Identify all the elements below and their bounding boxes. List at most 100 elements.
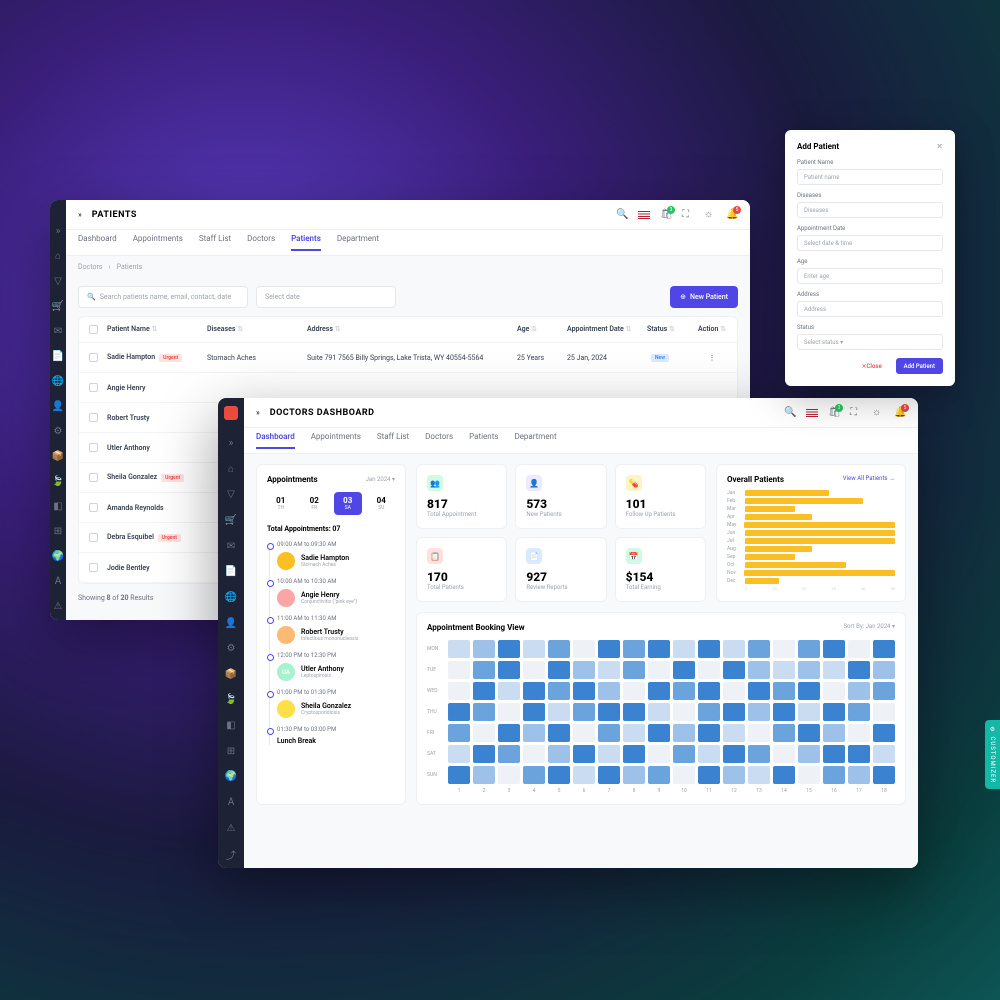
checkbox[interactable]	[89, 353, 98, 362]
column-header[interactable]: Address ⇅	[307, 325, 517, 334]
heatmap-cell[interactable]	[448, 703, 470, 721]
checkbox[interactable]	[89, 443, 98, 452]
heatmap-cell[interactable]	[473, 745, 495, 763]
day-cell[interactable]: 03SA	[334, 492, 362, 515]
heatmap-cell[interactable]	[548, 724, 570, 742]
tab-doctors[interactable]: Doctors	[425, 432, 453, 449]
leaf-icon[interactable]: 🍃	[52, 476, 64, 487]
heatmap-cell[interactable]	[673, 766, 695, 784]
font-icon[interactable]: A	[52, 576, 64, 587]
heatmap-cell[interactable]	[673, 640, 695, 658]
heatmap-cell[interactable]	[648, 703, 670, 721]
heatmap-cell[interactable]	[798, 766, 820, 784]
bell-icon[interactable]: 🔔5	[894, 407, 906, 419]
heatmap-cell[interactable]	[673, 661, 695, 679]
home-icon[interactable]: ⌂	[52, 251, 64, 262]
heatmap-cell[interactable]	[723, 640, 745, 658]
column-header[interactable]: Diseases ⇅	[207, 325, 307, 334]
new-patient-button[interactable]: ⊕ New Patient	[670, 286, 738, 308]
heatmap-cell[interactable]	[473, 682, 495, 700]
theme-icon[interactable]: ☼	[872, 407, 884, 419]
heatmap-cell[interactable]	[698, 640, 720, 658]
heatmap-cell[interactable]	[798, 661, 820, 679]
heatmap-cell[interactable]	[698, 724, 720, 742]
heatmap-cell[interactable]	[773, 724, 795, 742]
heatmap-cell[interactable]	[598, 724, 620, 742]
tab-patients[interactable]: Patients	[469, 432, 498, 449]
warn-icon[interactable]: ⚠	[52, 601, 64, 612]
view-all-link[interactable]: View All Patients →	[843, 475, 895, 484]
heatmap-cell[interactable]	[723, 766, 745, 784]
heatmap-cell[interactable]	[448, 682, 470, 700]
heatmap-cell[interactable]	[823, 682, 845, 700]
heatmap-cell[interactable]	[648, 661, 670, 679]
heatmap-cell[interactable]	[548, 745, 570, 763]
doc-icon[interactable]: 📄	[225, 566, 237, 578]
heatmap-cell[interactable]	[698, 703, 720, 721]
filter-icon[interactable]: ▽	[225, 489, 237, 501]
heatmap-cell[interactable]	[623, 640, 645, 658]
heatmap-cell[interactable]	[448, 661, 470, 679]
heatmap-cell[interactable]	[798, 703, 820, 721]
form-input[interactable]: Select status ▾	[797, 334, 943, 350]
heatmap-cell[interactable]	[623, 724, 645, 742]
bag-icon[interactable]: 🛍3	[660, 209, 672, 221]
heatmap-cell[interactable]	[748, 724, 770, 742]
box-icon[interactable]: 📦	[225, 669, 237, 681]
heatmap-cell[interactable]	[673, 724, 695, 742]
heatmap-cell[interactable]	[623, 661, 645, 679]
heatmap-cell[interactable]	[548, 640, 570, 658]
heatmap-cell[interactable]	[773, 766, 795, 784]
heatmap-cell[interactable]	[798, 745, 820, 763]
fullscreen-icon[interactable]: ⛶	[850, 407, 862, 419]
heatmap-cell[interactable]	[448, 766, 470, 784]
heatmap-cell[interactable]	[773, 661, 795, 679]
heatmap-cell[interactable]	[748, 640, 770, 658]
heatmap-cell[interactable]	[598, 640, 620, 658]
heatmap-cell[interactable]	[623, 682, 645, 700]
heatmap-cell[interactable]	[873, 724, 895, 742]
heatmap-cell[interactable]	[723, 682, 745, 700]
flag-icon[interactable]	[806, 409, 818, 417]
heatmap-cell[interactable]	[723, 724, 745, 742]
heatmap-cell[interactable]	[848, 766, 870, 784]
timeline-slot[interactable]: 01:30 PM to 03:00 PM Lunch Break	[277, 726, 395, 745]
share-icon[interactable]: ⤴	[225, 848, 237, 860]
heatmap-cell[interactable]	[848, 703, 870, 721]
globe2-icon[interactable]: 🌍	[52, 551, 64, 562]
heatmap-cell[interactable]	[573, 724, 595, 742]
heatmap-cell[interactable]	[548, 661, 570, 679]
heatmap-cell[interactable]	[648, 766, 670, 784]
heatmap-cell[interactable]	[573, 640, 595, 658]
tab-staff-list[interactable]: Staff List	[377, 432, 409, 449]
action-icon[interactable]: ⋮	[697, 354, 727, 362]
checkbox[interactable]	[89, 473, 98, 482]
month-select[interactable]: Jan 2024 ▾	[366, 476, 395, 483]
heatmap-cell[interactable]	[723, 661, 745, 679]
heatmap-cell[interactable]	[498, 682, 520, 700]
cart-icon[interactable]: 🛒	[225, 515, 237, 527]
customizer-tab[interactable]: ⚙ CUSTOMIZER	[985, 720, 1000, 789]
heatmap-cell[interactable]	[723, 703, 745, 721]
timeline-slot[interactable]: 12:00 PM to 12:30 PM UAUtler AnthonyLept…	[277, 652, 395, 681]
checkbox[interactable]	[89, 383, 98, 392]
heatmap-cell[interactable]	[748, 766, 770, 784]
heatmap-cell[interactable]	[798, 640, 820, 658]
search-icon[interactable]: 🔍	[784, 407, 796, 419]
tab-department[interactable]: Department	[514, 432, 556, 449]
heatmap-cell[interactable]	[873, 682, 895, 700]
globe-icon[interactable]: 🌐	[225, 592, 237, 604]
heatmap-cell[interactable]	[873, 703, 895, 721]
heatmap-cell[interactable]	[823, 745, 845, 763]
checkbox[interactable]	[89, 413, 98, 422]
heatmap-cell[interactable]	[573, 682, 595, 700]
heatmap-cell[interactable]	[448, 745, 470, 763]
timeline-slot[interactable]: 01:00 PM to 01:30 PM Sheila GonzalezCryp…	[277, 689, 395, 718]
day-cell[interactable]: 04SU	[368, 492, 396, 515]
heatmap-cell[interactable]	[873, 745, 895, 763]
gear-icon[interactable]: ⚙	[52, 426, 64, 437]
heatmap-cell[interactable]	[873, 766, 895, 784]
heatmap-cell[interactable]	[648, 640, 670, 658]
timeline-slot[interactable]: 09:00 AM to 09:30 AM Sadie HamptonStomac…	[277, 541, 395, 570]
heatmap-cell[interactable]	[523, 703, 545, 721]
